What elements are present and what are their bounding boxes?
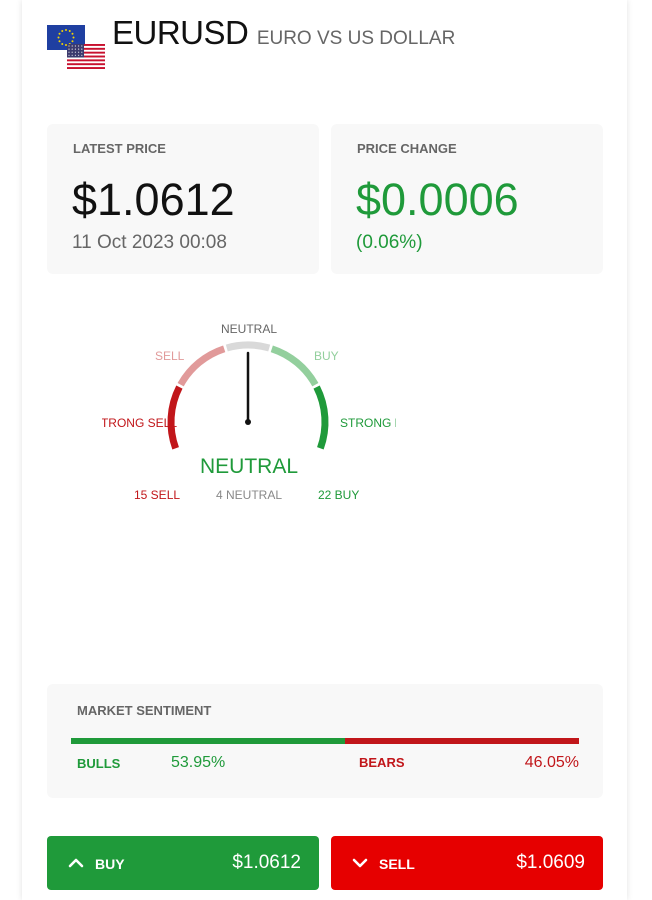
market-sentiment-label: MARKET SENTIMENT: [77, 703, 212, 718]
gauge-label-buy: BUY: [314, 349, 339, 363]
gauge-label-neutral: NEUTRAL: [221, 322, 278, 336]
gauge-count-buy: 22 BUY: [318, 488, 360, 502]
gauge-segment-strong-buy: [313, 385, 329, 450]
us-flag-icon: [67, 44, 105, 69]
gauge-segment-buy: [270, 345, 319, 387]
market-sentiment-card: MARKET SENTIMENT BULLS 53.95% BEARS 46.0…: [47, 684, 603, 798]
chevron-down-icon: [352, 858, 368, 868]
price-change-value: $0.0006: [356, 174, 519, 225]
gauge-segment-sell: [177, 345, 226, 387]
gauge-count-sell: 15 SELL: [134, 488, 181, 502]
gauge-strong-buy-clip: STRONG BUY: [340, 414, 396, 432]
gauge-label-strong-sell: STRONG SELL: [102, 416, 177, 430]
latest-price-date: 11 Oct 2023 00:08: [72, 232, 227, 253]
currency-flags: [47, 25, 105, 71]
gauge-verdict: NEUTRAL: [200, 455, 299, 478]
sentiment-bar-bears: [345, 738, 579, 744]
gauge-label-strong-buy: STRONG BUY: [340, 416, 396, 430]
gauge-dial: [167, 341, 329, 450]
sell-button[interactable]: SELL $1.0609: [331, 836, 603, 890]
price-change-label: PRICE CHANGE: [357, 141, 457, 156]
bulls-value: 53.95%: [171, 754, 226, 771]
instrument-symbol: EURUSD: [112, 14, 249, 51]
gauge-strong-sell-clip: STRONG SELL: [102, 414, 177, 432]
bears-value: 46.05%: [524, 754, 579, 771]
buy-button-price: $1.0612: [232, 852, 301, 873]
gauge-label-sell: SELL: [155, 349, 185, 363]
page-title: EURUSD EURO VS US DOLLAR: [112, 14, 455, 52]
instrument-name: EURO VS US DOLLAR: [256, 28, 456, 49]
technical-gauge: NEUTRAL SELL BUY STRONG SELL STRONG BUY …: [22, 300, 627, 520]
buy-button[interactable]: BUY $1.0612: [47, 836, 319, 890]
buy-button-label: BUY: [95, 856, 125, 872]
instrument-page: EURUSD EURO VS US DOLLAR LATEST PRICE $1…: [22, 0, 627, 900]
sentiment-bar: [71, 738, 579, 744]
gauge-segment-neutral: [225, 341, 271, 352]
bulls-label: BULLS: [77, 756, 121, 771]
gauge-count-neutral: 4 NEUTRAL: [216, 488, 283, 502]
chevron-up-icon: [68, 858, 84, 868]
latest-price-label: LATEST PRICE: [73, 141, 166, 156]
sell-button-price: $1.0609: [516, 852, 585, 873]
latest-price-value: $1.0612: [72, 174, 235, 225]
price-change-card: PRICE CHANGE $0.0006 (0.06%): [331, 124, 603, 274]
bears-label: BEARS: [359, 755, 405, 770]
price-change-percent: (0.06%): [356, 232, 423, 253]
sell-button-label: SELL: [379, 856, 415, 872]
latest-price-card: LATEST PRICE $1.0612 11 Oct 2023 00:08: [47, 124, 319, 274]
gauge-hub: [245, 419, 251, 425]
sentiment-bar-bulls: [71, 738, 346, 744]
